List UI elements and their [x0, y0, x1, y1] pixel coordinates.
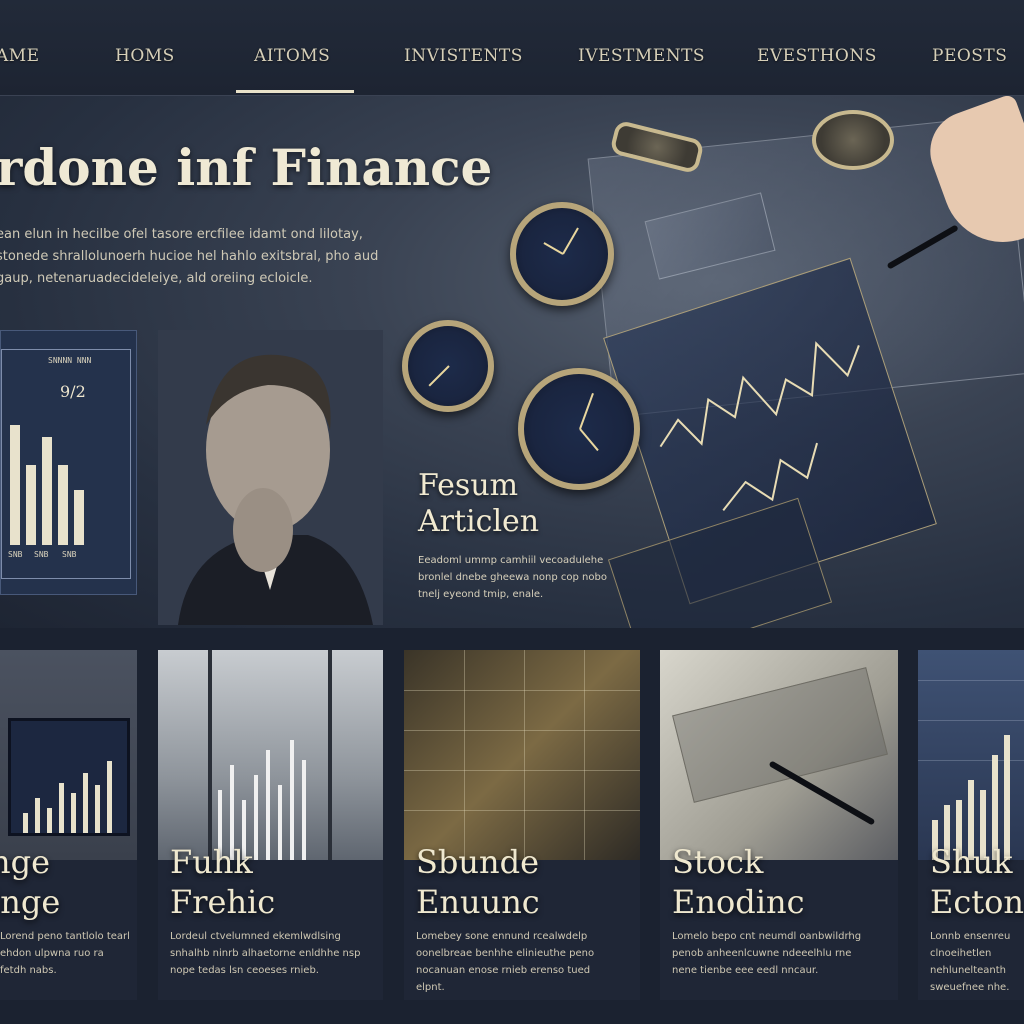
card-title: nge inge [0, 842, 60, 922]
banknote-icon [672, 667, 888, 803]
card-description: Lorend peno tantlolo tearl ehdon ulpwna … [0, 931, 130, 976]
card-description: Lordeul ctvelumned ekemlwdlsing snhalhb … [170, 931, 361, 976]
article-card[interactable]: nge inge Lorend peno tantlolo tearl ehdo… [0, 650, 137, 1000]
businessman-portrait-icon [158, 330, 383, 625]
mini-chart-value: 9/2 [60, 382, 86, 401]
article-card[interactable]: Stock Enodinc Lomelo bepo cnt neumdl oan… [660, 650, 898, 1000]
watch-icon [510, 202, 614, 306]
featured-title-line-1: Fesum [418, 468, 519, 503]
card-title: Sbunde Enuunc [416, 842, 540, 922]
featured-description: Eeadoml ummp camhiil vecoadulehe bronlel… [418, 555, 607, 600]
mini-bar-chart-card[interactable]: SNNNN NNN 9/2 SNB SNB SNB [0, 330, 137, 595]
card-title: Shuk Ecton [930, 842, 1024, 922]
mini-chart-axis-label: SNB [8, 550, 23, 559]
card-title: Stock Enodinc [672, 842, 804, 922]
nav-item-evesthons[interactable]: EVESTHONS [757, 46, 877, 66]
nav-item-invistents[interactable]: INVISTENTS [404, 46, 523, 66]
card-description: Lomelo bepo cnt neumdl oanbwildrhg penob… [672, 931, 862, 976]
card-title-line-1: Stock [672, 843, 764, 881]
card-image [660, 650, 898, 860]
nav-item-ivestments[interactable]: IVESTMENTS [578, 46, 705, 66]
featured-title-line-2: Articlen [418, 504, 540, 539]
article-card[interactable]: Sbunde Enuunc Lomebey sone ennund rcealw… [404, 650, 640, 1000]
mini-chart-bar [10, 425, 20, 545]
card-image [404, 650, 640, 860]
nav-item-homs[interactable]: HOMS [115, 46, 175, 66]
featured-title: Fesum Articlen [418, 468, 539, 540]
nav-item-ame[interactable]: AME [0, 46, 40, 66]
card-image [0, 650, 137, 860]
mini-chart-bar [58, 465, 68, 545]
card-title-line-2: Frehic [170, 883, 276, 921]
page-title: rdone inf Finance [0, 138, 493, 197]
card-title-line-1: Fuhk [170, 843, 253, 881]
nav-item-peosts[interactable]: PEOSTS [932, 46, 1007, 66]
nav-item-aitoms[interactable]: AITOMS [254, 46, 330, 66]
card-title-line-2: Enuunc [416, 883, 540, 921]
nav-active-indicator [236, 90, 354, 93]
article-card[interactable]: Shuk Ecton Lonnb ensenreu clnoeihetlen n… [918, 650, 1024, 1000]
card-title-line-2: Ecton [930, 883, 1024, 921]
mini-chart-bar [26, 465, 36, 545]
window-frame [328, 650, 332, 860]
hero-description: ean elun in hecilbe ofel tasore ercfilee… [0, 227, 379, 286]
card-image [918, 650, 1024, 860]
mini-chart-bar [74, 490, 84, 545]
monitor-icon [8, 718, 130, 836]
mini-chart-bars [8, 420, 104, 545]
window-frame [208, 650, 212, 860]
mini-chart-axis-label: SNB [34, 550, 49, 559]
mini-chart-bar [42, 437, 52, 545]
card-image [158, 650, 383, 860]
card-title-line-1: Sbunde [416, 843, 540, 881]
card-description: Lonnb ensenreu clnoeihetlen nehluneltean… [930, 931, 1011, 993]
mini-chart-axis-label: SNB [62, 550, 77, 559]
featured-article[interactable]: Fesum Articlen Eeadoml ummp camhiil veco… [404, 330, 624, 625]
article-card[interactable]: Fuhk Frehic Lordeul ctvelumned ekemlwdls… [158, 650, 383, 1000]
top-navigation: AME HOMS AITOMS INVISTENTS IVESTMENTS EV… [0, 0, 1024, 96]
coin-icon [812, 110, 894, 170]
card-title-line-1: Shuk [930, 843, 1013, 881]
mini-chart-header: SNNNN NNN [48, 356, 92, 365]
card-description: Lomebey sone ennund rcealwdelp oonelbrea… [416, 931, 595, 993]
card-title: Fuhk Frehic [170, 842, 275, 922]
card-title-line-2: inge [0, 883, 61, 921]
card-title-line-1: nge [0, 843, 51, 881]
card-title-line-2: Enodinc [672, 883, 805, 921]
portrait-card[interactable] [158, 330, 383, 625]
mini-chart-frame: SNNNN NNN 9/2 SNB SNB SNB [1, 349, 131, 579]
